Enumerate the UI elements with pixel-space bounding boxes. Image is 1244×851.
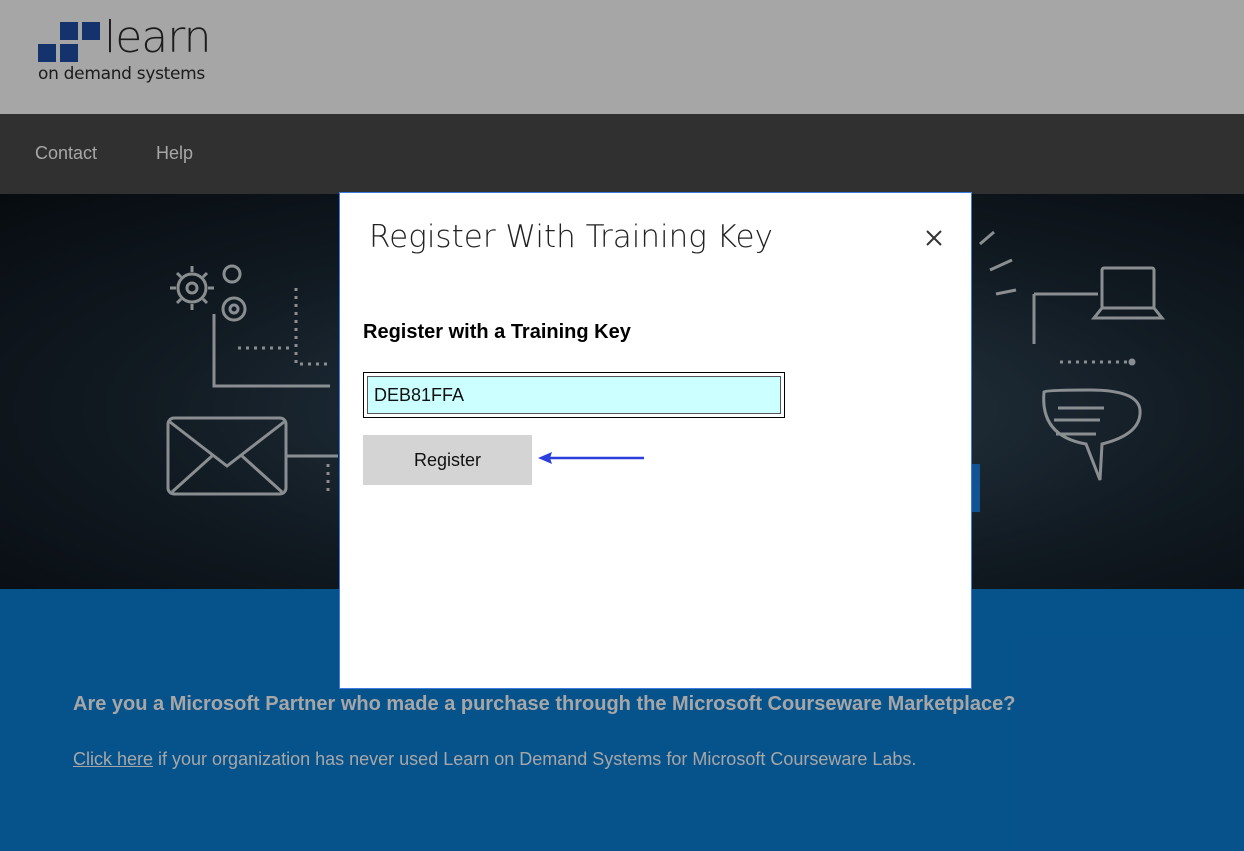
training-key-input[interactable] (367, 376, 781, 414)
register-modal: Register With Training Key Register with… (339, 192, 972, 689)
training-key-field-wrapper (363, 372, 785, 418)
modal-subtitle: Register with a Training Key (363, 321, 631, 343)
modal-title: Register With Training Key (369, 219, 773, 255)
register-button[interactable]: Register (363, 435, 532, 485)
arrow-annotation-icon (538, 452, 644, 464)
close-icon[interactable] (923, 227, 945, 249)
